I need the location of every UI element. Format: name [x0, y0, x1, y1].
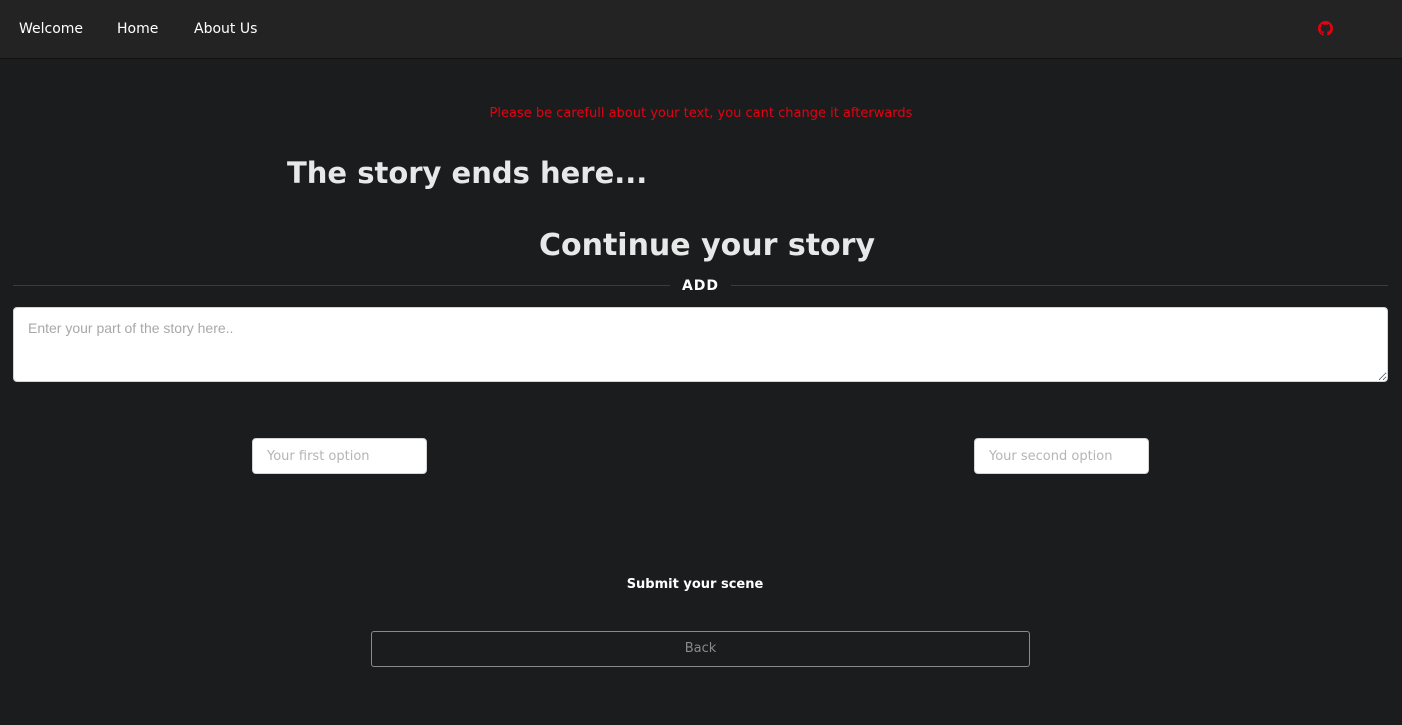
github-icon[interactable]	[1318, 21, 1333, 36]
back-button[interactable]: Back	[371, 631, 1030, 667]
divider-label: ADD	[681, 278, 720, 294]
top-navbar: Welcome Home About Us	[0, 0, 1402, 59]
divider-line-right	[731, 285, 1388, 286]
nav-welcome-link[interactable]: Welcome	[19, 20, 83, 38]
warning-message: Please be carefull about your text, you …	[489, 106, 913, 121]
nav-home-link[interactable]: Home	[117, 20, 158, 38]
story-end-heading: The story ends here...	[287, 156, 648, 190]
continue-story-heading: Continue your story	[538, 228, 876, 263]
nav-about-us-link[interactable]: About Us	[194, 20, 257, 38]
first-option-input[interactable]	[252, 438, 427, 474]
submit-scene-button[interactable]: Submit your scene	[620, 574, 770, 596]
second-option-input[interactable]	[974, 438, 1149, 474]
divider-line-left	[13, 285, 670, 286]
story-textarea[interactable]	[13, 307, 1388, 382]
